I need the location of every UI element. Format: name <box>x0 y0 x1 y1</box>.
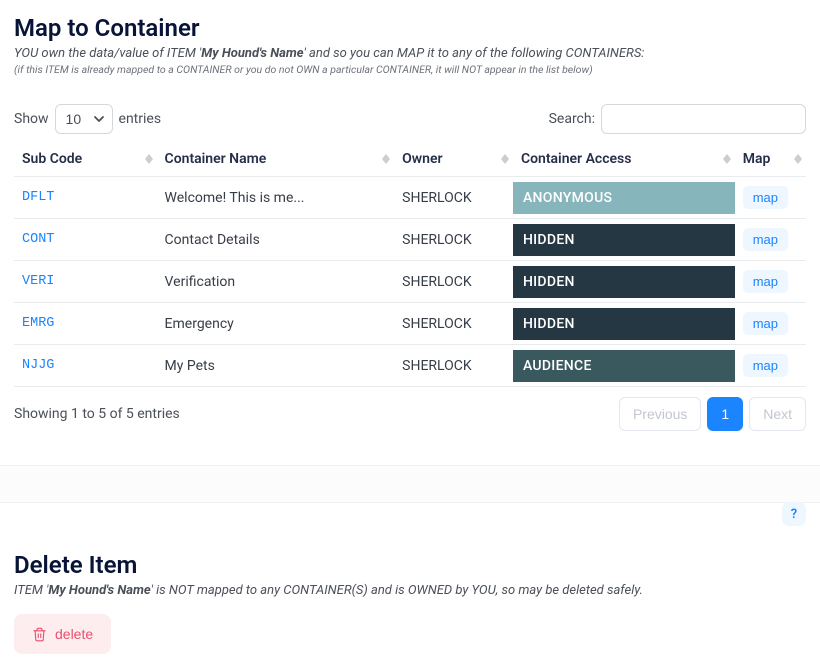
subtitle-post: ' and so you can MAP it to any of the fo… <box>304 46 645 61</box>
next-button[interactable]: Next <box>749 397 806 431</box>
access-cell: ANONYMOUS <box>513 177 735 219</box>
col-sub-code[interactable]: Sub Code <box>14 142 157 177</box>
container-name-cell: Contact Details <box>157 219 395 261</box>
delete-section-subtitle: ITEM 'My Hound's Name' is NOT mapped to … <box>14 583 806 598</box>
search-input[interactable] <box>601 104 806 134</box>
access-badge: HIDDEN <box>513 308 735 340</box>
col-map[interactable]: Map <box>735 142 806 177</box>
delete-button[interactable]: delete <box>14 614 111 654</box>
table-row: DFLTWelcome! This is me...SHERLOCKANONYM… <box>14 177 806 219</box>
subtitle-item-name: My Hound's Name <box>48 583 150 598</box>
owner-cell: SHERLOCK <box>394 261 513 303</box>
map-cell: map <box>735 219 806 261</box>
owner-cell: SHERLOCK <box>394 177 513 219</box>
map-cell: map <box>735 177 806 219</box>
sort-icon <box>145 154 153 164</box>
subtitle-post: ' is NOT mapped to any CONTAINER(S) and … <box>151 583 643 598</box>
map-button[interactable]: map <box>743 186 788 209</box>
container-name-cell: Emergency <box>157 303 395 345</box>
entries-label: entries <box>119 111 162 127</box>
access-badge: ANONYMOUS <box>513 182 735 214</box>
map-button[interactable]: map <box>743 270 788 293</box>
sub-code-cell[interactable]: DFLT <box>14 177 157 219</box>
access-cell: HIDDEN <box>513 261 735 303</box>
owner-cell: SHERLOCK <box>394 345 513 387</box>
help-button[interactable]: ? <box>782 502 806 526</box>
container-name-cell: Verification <box>157 261 395 303</box>
sort-icon <box>382 154 390 164</box>
access-badge: HIDDEN <box>513 266 735 298</box>
col-container-name[interactable]: Container Name <box>157 142 395 177</box>
table-row: EMRGEmergencySHERLOCKHIDDEN map <box>14 303 806 345</box>
length-select[interactable]: 10 <box>55 104 113 134</box>
prev-button[interactable]: Previous <box>619 397 701 431</box>
access-cell: HIDDEN <box>513 303 735 345</box>
map-button[interactable]: map <box>743 228 788 251</box>
sub-code-cell[interactable]: NJJG <box>14 345 157 387</box>
access-badge: AUDIENCE <box>513 350 735 382</box>
owner-cell: SHERLOCK <box>394 303 513 345</box>
access-badge: HIDDEN <box>513 224 735 256</box>
map-button[interactable]: map <box>743 354 788 377</box>
col-label: Owner <box>402 151 442 167</box>
map-section-note: (if this ITEM is already mapped to a CON… <box>14 63 806 76</box>
show-label: Show <box>14 111 49 127</box>
search-label: Search: <box>549 111 595 127</box>
table-row: CONTContact DetailsSHERLOCKHIDDEN map <box>14 219 806 261</box>
table-header-row: Sub Code Container Name Owner Container … <box>14 142 806 177</box>
subtitle-item-name: My Hound's Name <box>201 46 303 61</box>
table-info: Showing 1 to 5 of 5 entries <box>14 406 180 422</box>
map-button[interactable]: map <box>743 312 788 335</box>
col-label: Container Access <box>521 151 632 167</box>
map-cell: map <box>735 261 806 303</box>
sort-icon <box>723 154 731 164</box>
sub-code-cell[interactable]: CONT <box>14 219 157 261</box>
containers-table: Sub Code Container Name Owner Container … <box>14 142 806 387</box>
container-name-cell: My Pets <box>157 345 395 387</box>
pagination: Previous 1 Next <box>619 397 806 431</box>
delete-button-label: delete <box>55 626 93 642</box>
access-cell: AUDIENCE <box>513 345 735 387</box>
access-cell: HIDDEN <box>513 219 735 261</box>
sort-icon <box>794 154 802 164</box>
sub-code-cell[interactable]: EMRG <box>14 303 157 345</box>
table-row: VERIVerificationSHERLOCKHIDDEN map <box>14 261 806 303</box>
length-select-wrap[interactable]: 10 <box>55 104 113 134</box>
section-divider: ? <box>0 465 820 503</box>
container-name-cell: Welcome! This is me... <box>157 177 395 219</box>
col-owner[interactable]: Owner <box>394 142 513 177</box>
subtitle-pre: ITEM ' <box>14 583 48 598</box>
col-container-access[interactable]: Container Access <box>513 142 735 177</box>
sub-code-cell[interactable]: VERI <box>14 261 157 303</box>
map-section-subtitle: YOU own the data/value of ITEM 'My Hound… <box>14 46 806 61</box>
table-row: NJJGMy PetsSHERLOCKAUDIENCE map <box>14 345 806 387</box>
map-section-title: Map to Container <box>14 14 806 42</box>
col-label: Container Name <box>165 151 267 167</box>
subtitle-pre: YOU own the data/value of ITEM ' <box>14 46 201 61</box>
delete-section-title: Delete Item <box>14 551 806 579</box>
col-label: Sub Code <box>22 151 82 167</box>
map-cell: map <box>735 303 806 345</box>
sort-icon <box>501 154 509 164</box>
owner-cell: SHERLOCK <box>394 219 513 261</box>
trash-icon <box>32 627 47 642</box>
page-1-button[interactable]: 1 <box>707 397 743 431</box>
map-cell: map <box>735 345 806 387</box>
col-label: Map <box>743 151 771 167</box>
